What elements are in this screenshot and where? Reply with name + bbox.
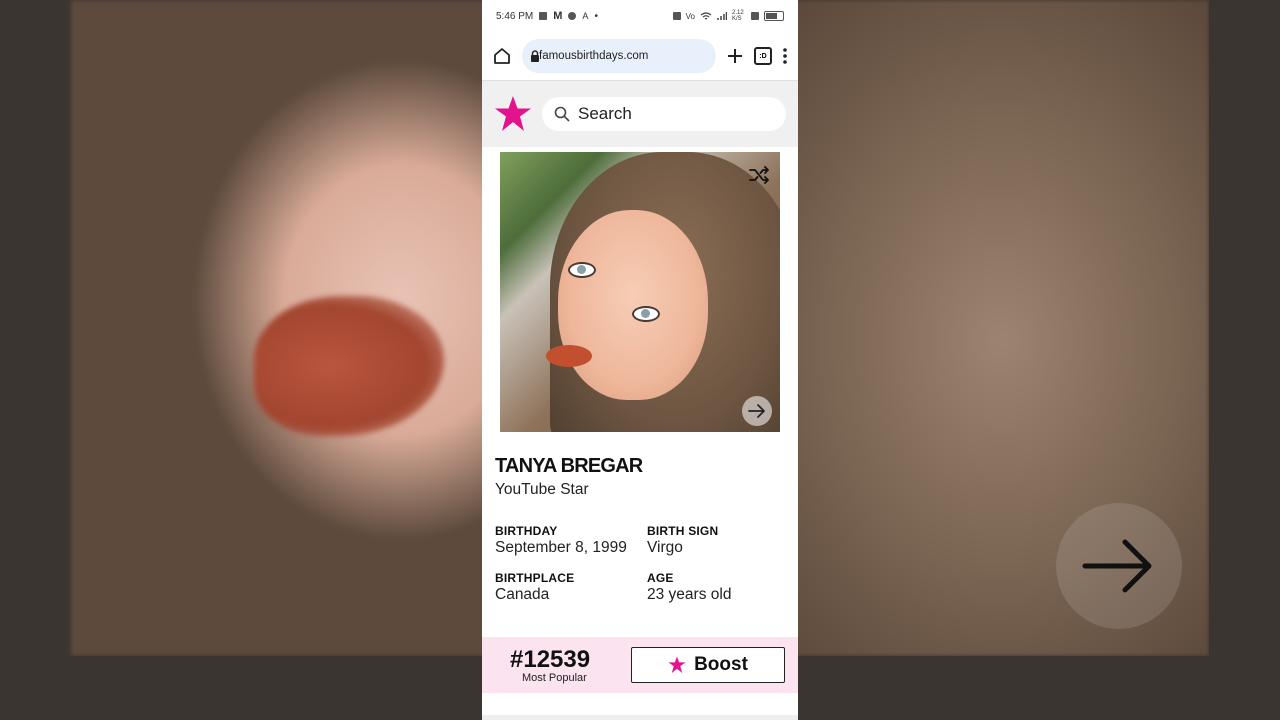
photo-eye-left [568, 262, 596, 278]
fact-label: AGE [647, 571, 674, 585]
vibrate-icon [672, 12, 681, 20]
boost-button[interactable]: Boost [631, 647, 785, 683]
fact-value[interactable]: September 8, 1999 [495, 539, 627, 557]
tab-switcher-button[interactable]: :D [754, 47, 772, 65]
fact-birthplace: BIRTHPLACE Canada [495, 571, 574, 604]
more-notifications-icon: • [594, 10, 598, 22]
profile-photo[interactable] [500, 152, 780, 432]
volte-icon: Vo [685, 11, 695, 21]
url-text: famousbirthdays.com [539, 50, 649, 62]
translate-icon: A [582, 11, 589, 21]
site-header: Search [482, 81, 798, 147]
popularity-bar: #12539 Most Popular Boost [482, 637, 798, 693]
star-icon [668, 656, 686, 674]
search-placeholder: Search [578, 104, 632, 123]
right-letterbox [1209, 0, 1280, 720]
popularity-rank-label: Most Popular [522, 672, 587, 684]
search-icon [554, 106, 570, 122]
boost-label: Boost [694, 654, 748, 675]
fact-birth-sign: BIRTH SIGN Virgo [647, 524, 718, 557]
fact-label: BIRTH SIGN [647, 524, 719, 538]
menu-more-icon[interactable] [782, 47, 788, 65]
tab-count: :D [759, 52, 767, 60]
fact-age: AGE 23 years old [647, 571, 731, 604]
browser-toolbar: famousbirthdays.com :D [482, 32, 798, 81]
fact-value[interactable]: 23 years old [647, 586, 731, 604]
fact-value[interactable]: Virgo [647, 539, 718, 557]
arrow-right-icon [748, 404, 765, 418]
photo-next-button[interactable] [742, 396, 772, 426]
shuffle-icon[interactable] [748, 164, 770, 186]
page-bottom-divider [482, 715, 798, 720]
photo-lips [546, 345, 592, 367]
fact-label: BIRTHPLACE [495, 571, 575, 585]
profile-profession[interactable]: YouTube Star [495, 481, 589, 499]
status-time: 5:46 PM [496, 10, 534, 22]
background-next-arrow [1056, 503, 1182, 629]
profile-name: TANYA BREGAR [495, 455, 643, 477]
signal-icon [717, 12, 727, 20]
wifi-icon [700, 11, 712, 19]
popularity-rank[interactable]: #12539 [510, 646, 590, 674]
status-bar: 5:46 PM M A • Vo 2.12 K/S [482, 0, 798, 32]
star-logo-icon[interactable] [494, 95, 532, 133]
new-tab-icon[interactable] [726, 47, 744, 65]
photo-eye-right [632, 306, 660, 322]
net-speed: 2.12 K/S [732, 10, 744, 22]
fact-birthday: BIRTHDAY September 8, 1999 [495, 524, 627, 557]
battery-icon [764, 11, 784, 21]
data-icon [751, 12, 759, 20]
photo-face [546, 210, 708, 400]
search-input[interactable]: Search [542, 97, 786, 131]
chat-icon [568, 12, 577, 20]
fact-value[interactable]: Canada [495, 586, 574, 604]
address-bar[interactable]: famousbirthdays.com [522, 39, 716, 73]
phone-screen: 5:46 PM M A • Vo 2.12 K/S famousbirthday… [482, 0, 798, 720]
sim-icon [539, 12, 548, 20]
gmail-icon: M [553, 10, 563, 22]
home-icon[interactable] [492, 46, 512, 66]
arrow-right-icon [1082, 539, 1152, 593]
fact-label: BIRTHDAY [495, 524, 558, 538]
left-letterbox [0, 0, 71, 720]
